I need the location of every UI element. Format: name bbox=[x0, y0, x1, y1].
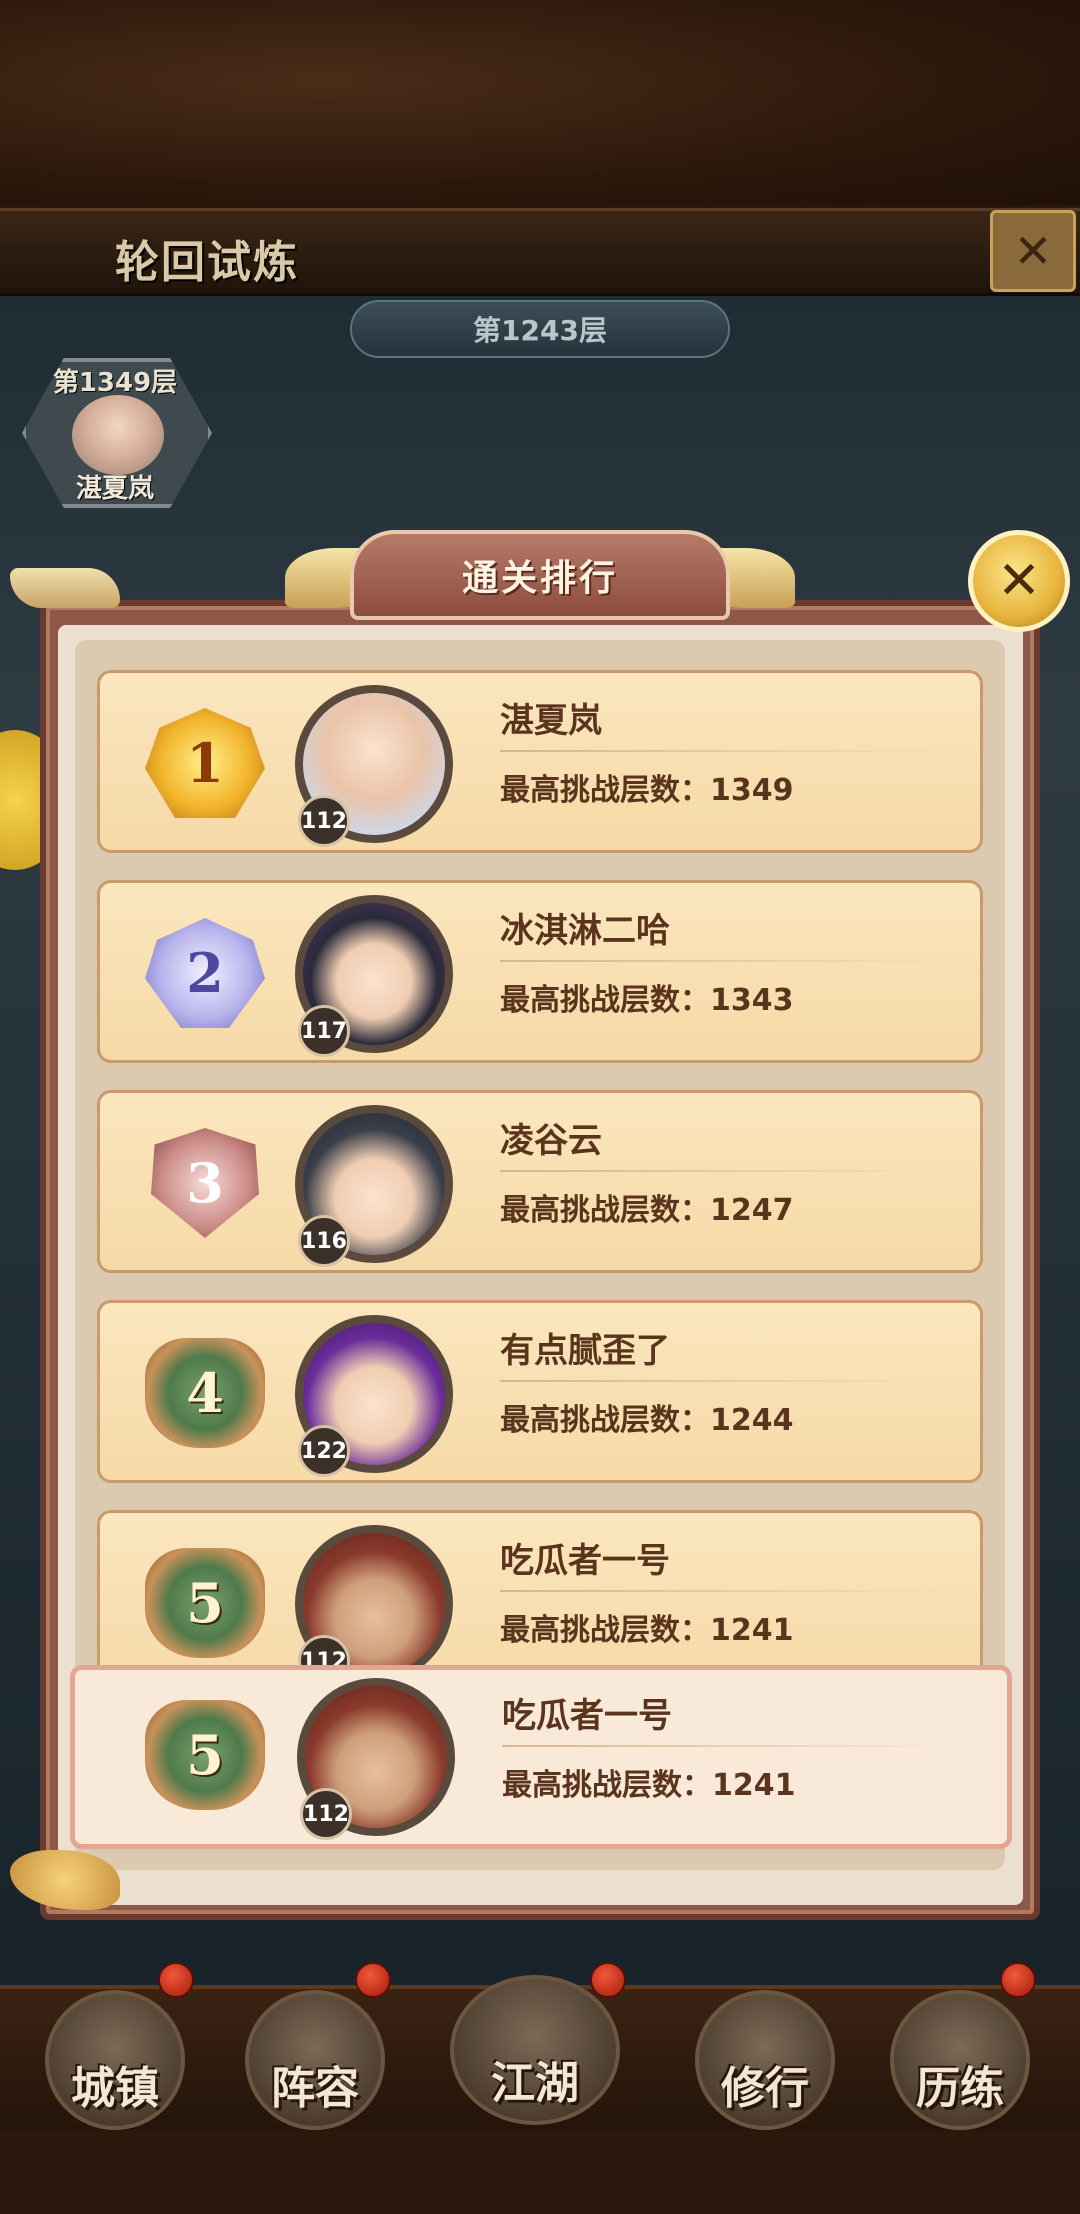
player-score: 最高挑战层数：1247 bbox=[500, 1185, 794, 1229]
ranking-row[interactable]: 1 112 湛夏岚 最高挑战层数：1349 bbox=[97, 670, 983, 853]
player-level: 117 bbox=[298, 1005, 350, 1057]
player-name: 吃瓜者一号 bbox=[502, 1696, 672, 1736]
player-level: 112 bbox=[298, 795, 350, 847]
divider bbox=[500, 1590, 950, 1592]
player-name: 吃瓜者一号 bbox=[500, 1541, 670, 1581]
close-icon: ✕ bbox=[1013, 224, 1053, 278]
score-label: 最高挑战层数： bbox=[500, 773, 710, 808]
boss-floor: 第1349层 bbox=[52, 368, 178, 398]
boss-avatar bbox=[72, 395, 164, 475]
score-label: 最高挑战层数： bbox=[500, 1613, 710, 1648]
nav-label: 城镇 bbox=[71, 2063, 159, 2114]
score-value: 1241 bbox=[712, 1768, 796, 1803]
divider bbox=[500, 750, 950, 752]
ranking-row[interactable]: 3 116 凌谷云 最高挑战层数：1247 bbox=[97, 1090, 983, 1273]
notification-dot bbox=[1000, 1962, 1036, 1998]
divider bbox=[502, 1745, 952, 1747]
ranking-row[interactable]: 5 112 吃瓜者一号 最高挑战层数：1241 bbox=[97, 1510, 983, 1665]
boss-name: 湛夏岚 bbox=[75, 474, 154, 504]
score-value: 1247 bbox=[710, 1193, 794, 1228]
score-label: 最高挑战层数： bbox=[502, 1768, 712, 1803]
score-label: 最高挑战层数： bbox=[500, 983, 710, 1018]
bottom-background bbox=[0, 2130, 1080, 2214]
score-label: 最高挑战层数： bbox=[500, 1403, 710, 1438]
rank-medal-bronze: 3 bbox=[151, 1128, 259, 1238]
close-button[interactable]: ✕ bbox=[990, 210, 1076, 292]
nav-experience[interactable]: 历练 bbox=[890, 1990, 1030, 2130]
rank-medal: 5 bbox=[145, 1548, 265, 1658]
player-level: 112 bbox=[300, 1788, 352, 1840]
notification-dot bbox=[355, 1962, 391, 1998]
rank-medal: 5 bbox=[145, 1700, 265, 1810]
nav-town[interactable]: 城镇 bbox=[45, 1990, 185, 2130]
nav-label: 江湖 bbox=[491, 2058, 579, 2109]
top-background bbox=[0, 0, 1080, 205]
divider bbox=[500, 1170, 950, 1172]
modal-title: 通关排行 bbox=[350, 530, 730, 620]
player-level: 122 bbox=[298, 1425, 350, 1477]
ranking-row[interactable]: 4 122 有点腻歪了 最高挑战层数：1244 bbox=[97, 1300, 983, 1483]
score-value: 1349 bbox=[710, 773, 794, 808]
score-label: 最高挑战层数： bbox=[500, 1193, 710, 1228]
ranking-row-clip: 5 112 吃瓜者一号 最高挑战层数：1241 bbox=[97, 1510, 983, 1665]
player-name: 湛夏岚 bbox=[500, 701, 602, 741]
nav-label: 历练 bbox=[916, 2063, 1004, 2114]
nav-jianghu[interactable]: 江湖 bbox=[450, 1975, 620, 2125]
notification-dot bbox=[590, 1962, 626, 1998]
rank-medal-silver: 2 bbox=[145, 918, 265, 1028]
player-level: 116 bbox=[298, 1215, 350, 1267]
modal-close-button[interactable]: ✕ bbox=[968, 530, 1070, 632]
player-name: 凌谷云 bbox=[500, 1121, 602, 1161]
ranking-row[interactable]: 2 117 冰淇淋二哈 最高挑战层数：1343 bbox=[97, 880, 983, 1063]
corner-ornament bbox=[10, 568, 120, 608]
divider bbox=[500, 1380, 950, 1382]
player-score: 最高挑战层数：1349 bbox=[500, 765, 794, 809]
divider bbox=[500, 960, 950, 962]
rank-medal-gold: 1 bbox=[145, 708, 265, 818]
current-floor-banner: 第1243层 bbox=[350, 300, 730, 358]
my-rank-row[interactable]: 5 112 吃瓜者一号 最高挑战层数：1241 bbox=[70, 1665, 1012, 1849]
score-value: 1241 bbox=[710, 1613, 794, 1648]
player-score: 最高挑战层数：1241 bbox=[500, 1605, 794, 1649]
player-score: 最高挑战层数：1241 bbox=[502, 1760, 796, 1804]
player-score: 最高挑战层数：1244 bbox=[500, 1395, 794, 1439]
nav-label: 阵容 bbox=[271, 2063, 359, 2114]
close-icon: ✕ bbox=[997, 551, 1041, 611]
notification-dot bbox=[158, 1962, 194, 1998]
player-name: 有点腻歪了 bbox=[500, 1331, 670, 1371]
score-value: 1343 bbox=[710, 983, 794, 1018]
player-name: 冰淇淋二哈 bbox=[500, 911, 670, 951]
player-score: 最高挑战层数：1343 bbox=[500, 975, 794, 1019]
rank-medal: 4 bbox=[145, 1338, 265, 1448]
nav-lineup[interactable]: 阵容 bbox=[245, 1990, 385, 2130]
page-title: 轮回试炼 bbox=[115, 237, 299, 288]
nav-practice[interactable]: 修行 bbox=[695, 1990, 835, 2130]
score-value: 1244 bbox=[710, 1403, 794, 1438]
nav-label: 修行 bbox=[721, 2063, 809, 2114]
